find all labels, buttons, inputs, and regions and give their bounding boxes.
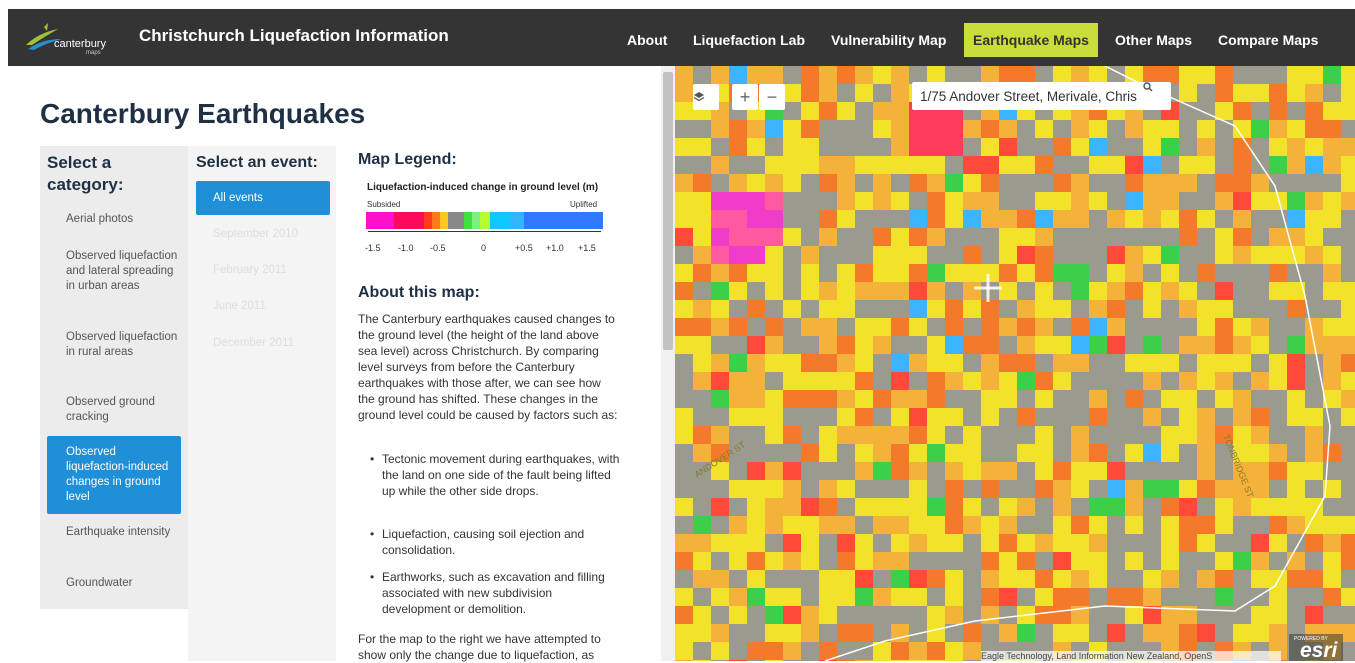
legend-tick: +0.5 [515, 243, 533, 253]
category-ground-level-changes[interactable]: Observed liquefaction-induced changes in… [47, 436, 181, 514]
nav-earthquake-maps[interactable]: Earthquake Maps [964, 23, 1098, 57]
header: canterbury maps Christchurch Liquefactio… [8, 9, 1355, 66]
esri-logo[interactable]: POWERED BY esri [1289, 634, 1343, 661]
zoom-out-button[interactable]: − [759, 84, 785, 110]
page-title: Canterbury Earthquakes [40, 98, 366, 129]
zoom-in-button[interactable]: + [732, 84, 758, 110]
legend-tick: -0.5 [430, 243, 446, 253]
event-september-2010[interactable]: September 2010 [196, 217, 330, 251]
legend-swatch [524, 212, 603, 229]
app-title: Christchurch Liquefaction Information [139, 26, 449, 45]
scrollbar-thumb[interactable] [663, 72, 673, 350]
layers-button[interactable] [693, 84, 719, 110]
event-panel: Select an event: All events September 20… [188, 146, 336, 661]
legend-tick: +1.5 [578, 243, 596, 253]
event-heading: Select an event: [196, 154, 318, 171]
legend-tick: -1.0 [398, 243, 414, 253]
logo-brand: canterbury [54, 38, 106, 50]
category-aerial-photos[interactable]: Aerial photos [47, 212, 181, 227]
legend-swatch [410, 212, 424, 229]
legend-swatch [490, 212, 510, 229]
search-button[interactable] [1143, 82, 1171, 110]
event-june-2011[interactable]: June 2011 [196, 289, 330, 323]
canterbury-maps-logo[interactable]: canterbury maps [24, 19, 124, 59]
nav-about[interactable]: About [618, 23, 676, 57]
legend-tick: -1.5 [365, 243, 381, 253]
category-groundwater[interactable]: Groundwater [47, 576, 181, 591]
legend-swatch [366, 212, 394, 229]
legend-swatch [480, 212, 490, 229]
nav-liquefaction-lab[interactable]: Liquefaction Lab [684, 23, 814, 57]
esri-wordmark: esri [1300, 639, 1338, 661]
about-bullet: Earthworks, such as excavation and filli… [370, 569, 622, 617]
legend-subsided-label: Subsided [367, 200, 401, 209]
legend-swatch [448, 212, 464, 229]
nav-compare-maps[interactable]: Compare Maps [1209, 23, 1327, 57]
about-paragraph-2: For the map to the right we have attempt… [358, 632, 601, 662]
event-all[interactable]: All events [196, 181, 330, 215]
nav-other-maps[interactable]: Other Maps [1106, 23, 1201, 57]
event-february-2011[interactable]: February 2011 [196, 253, 330, 287]
address-search-input[interactable] [920, 86, 1140, 106]
about-paragraph: The Canterbury earthquakes caused change… [358, 312, 618, 422]
legend-swatch [510, 212, 524, 229]
category-earthquake-intensity[interactable]: Earthquake intensity [47, 525, 181, 540]
search-icon [1143, 82, 1153, 92]
category-rural-liquefaction[interactable]: Observed liquefaction in rural areas [47, 330, 181, 360]
legend-tick: +1.0 [546, 243, 564, 253]
liquefaction-grid [675, 66, 1355, 661]
legend-swatch [464, 212, 472, 229]
legend-swatch [424, 212, 432, 229]
legend-heading: Map Legend: [358, 151, 457, 168]
logo-sub: maps [86, 50, 101, 56]
layers-icon [693, 92, 705, 102]
legend-axis [368, 231, 601, 232]
about-heading: About this map: [358, 284, 480, 301]
about-bullet: Tectonic movement during earthquakes, wi… [370, 451, 622, 499]
legend-swatch [472, 212, 480, 229]
event-december-2011[interactable]: December 2011 [196, 326, 330, 360]
top-bar: canterbury maps Christchurch Liquefactio… [0, 0, 1355, 66]
legend-title: Liquefaction-induced change in ground le… [367, 182, 599, 193]
category-heading: Select a category: [47, 153, 124, 194]
legend-swatch [432, 212, 440, 229]
legend-uplifted-label: Uplifted [570, 200, 598, 209]
legend-tick: 0 [481, 243, 487, 253]
map-view[interactable]: ANDOVER ST TONBRIDGE ST + − Eagle Techno… [675, 66, 1355, 661]
address-search [912, 82, 1171, 110]
legend-swatch [394, 212, 410, 229]
category-urban-liquefaction[interactable]: Observed liquefaction and lateral spread… [47, 249, 181, 294]
category-panel: Select a category: Aerial photos Observe… [40, 146, 188, 609]
map-attribution: Eagle Technology, Land Information New Z… [981, 651, 1281, 661]
about-bullet: Liquefaction, causing soil ejection and … [370, 526, 622, 558]
category-ground-cracking[interactable]: Observed ground cracking [47, 395, 181, 425]
nav-vulnerability-map[interactable]: Vulnerability Map [822, 23, 955, 57]
legend-swatch [440, 212, 448, 229]
legend-color-bar [366, 212, 603, 229]
